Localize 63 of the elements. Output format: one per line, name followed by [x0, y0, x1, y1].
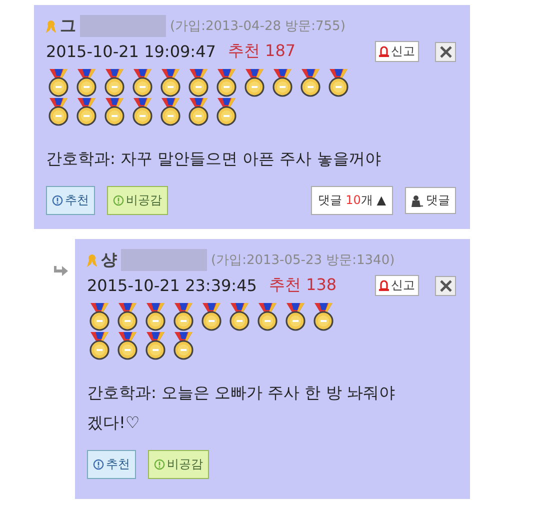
report-button[interactable]: 신고 [375, 275, 419, 296]
medal-icon [87, 331, 112, 361]
medal-icon [283, 302, 308, 332]
close-button[interactable] [435, 42, 456, 62]
medal-icon [227, 302, 252, 332]
comment-text: 간호학과: 자꾸 말안들으면 아픈 주사 놓을꺼야 [46, 148, 382, 170]
medal-icon [46, 97, 71, 127]
member-info: (가입:2013-05-23 방문:1340) [211, 252, 395, 269]
medal-icon [270, 68, 295, 98]
medal-icon [158, 97, 183, 127]
info-icon [93, 459, 104, 470]
medal-icon [74, 97, 99, 127]
medal-icon [102, 68, 127, 98]
disagree-button[interactable]: 비공감 [148, 450, 209, 479]
info-icon [52, 195, 63, 206]
medal-icon [130, 97, 155, 127]
medal-icon [186, 97, 211, 127]
post-date: 2015-10-21 19:09:47 [46, 42, 216, 61]
medal-icon [74, 68, 99, 98]
ribbon-icon [87, 254, 97, 266]
medal-icon [115, 331, 140, 361]
member-info: (가입:2013-04-28 방문:755) [170, 18, 346, 35]
person-icon [411, 194, 424, 206]
info-icon [154, 459, 165, 470]
close-icon [440, 46, 452, 58]
medal-icon [87, 302, 112, 332]
medal-icon [171, 302, 196, 332]
medal-icon [199, 302, 224, 332]
medal-icon [143, 302, 168, 332]
medal-icon [171, 331, 196, 361]
medal-icon [115, 302, 140, 332]
report-button[interactable]: 신고 [375, 41, 419, 62]
replies-toggle[interactable]: 댓글 10개 ▲ [310, 186, 393, 215]
siren-icon [379, 280, 389, 291]
medal-icon [186, 68, 211, 98]
medal-icon [130, 68, 155, 98]
medal-icon [326, 68, 351, 98]
medal-icon [143, 331, 168, 361]
close-button[interactable] [435, 276, 456, 296]
write-reply-button[interactable]: 댓글 [405, 187, 456, 214]
medal-icon [298, 68, 323, 98]
medal-icon [242, 68, 267, 98]
medal-icon [255, 302, 280, 332]
medal-icon [46, 68, 71, 98]
info-icon [113, 195, 124, 206]
recommend-count: 추천 138 [268, 275, 337, 296]
medal-icon [214, 68, 239, 98]
recommend-button[interactable]: 추천 [46, 186, 95, 215]
siren-icon [379, 46, 389, 57]
user-name[interactable]: 그 [60, 16, 76, 36]
medal-icon [102, 97, 127, 127]
recommend-count: 추천 187 [228, 41, 296, 62]
disagree-button[interactable]: 비공감 [107, 186, 168, 215]
ribbon-icon [46, 20, 56, 32]
reply-arrow-icon [54, 265, 68, 277]
medal-icon [214, 97, 239, 127]
medal-icon [311, 302, 336, 332]
medal-icon [158, 68, 183, 98]
close-icon [440, 280, 452, 292]
recommend-button[interactable]: 추천 [87, 450, 136, 479]
user-name[interactable]: 샹 [101, 250, 117, 270]
post-date: 2015-10-21 23:39:45 [87, 276, 257, 295]
comment-text: 간호학과: 오늘은 오빠가 주사 한 방 놔줘야 겠다!♡ [87, 382, 396, 434]
